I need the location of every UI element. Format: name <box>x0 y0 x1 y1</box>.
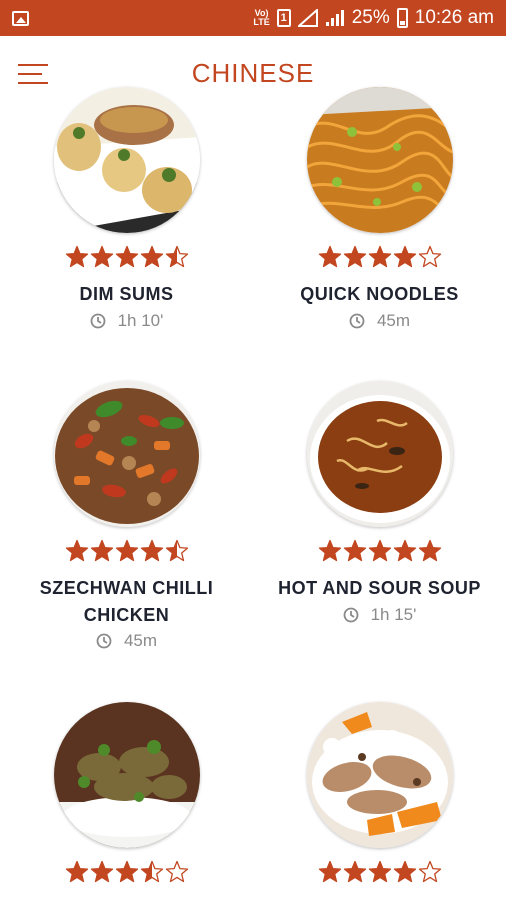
recipe-card-quick-noodles[interactable]: QUICK NOODLES 45m <box>253 87 506 347</box>
star-full-icon <box>318 539 341 562</box>
star-half-icon <box>140 860 163 883</box>
cook-time: 1h 10' <box>0 311 253 331</box>
rating-stars <box>0 860 253 884</box>
szechwan-chilli-chicken-image <box>54 381 200 527</box>
star-full-icon <box>318 860 341 883</box>
recipe-card-5[interactable] <box>0 702 253 900</box>
clock-icon <box>349 313 365 329</box>
rating-stars <box>253 860 506 884</box>
recipe-card-dim-sums[interactable]: DIM SUMS 1h 10' <box>0 87 253 347</box>
recipe-image <box>307 702 453 848</box>
star-full-icon <box>368 860 391 883</box>
star-full-icon <box>65 539 88 562</box>
star-half-icon <box>165 245 188 268</box>
cook-time: 45m <box>0 631 253 651</box>
star-full-icon <box>368 539 391 562</box>
recipe-card-6[interactable] <box>253 702 506 900</box>
recipe-title: QUICK NOODLES <box>300 284 459 304</box>
sim-icon: 1 <box>276 9 291 27</box>
cook-time-value: 45m <box>376 311 411 330</box>
hot-and-sour-soup-image <box>307 381 453 527</box>
star-full-icon <box>343 245 366 268</box>
rating-stars <box>0 539 253 563</box>
clock-icon <box>96 633 112 649</box>
star-full-icon <box>90 539 113 562</box>
star-full-icon <box>318 245 341 268</box>
recipe-image <box>54 702 200 848</box>
clock-icon <box>343 607 358 623</box>
recipe-title: DIM SUMS <box>79 284 174 304</box>
cook-time-value: 45m <box>123 631 158 650</box>
star-full-icon <box>115 539 138 562</box>
dim-sums-image <box>54 87 200 233</box>
star-empty-icon <box>165 860 188 883</box>
star-empty-icon <box>418 245 441 268</box>
recipe-title: HOT AND SOUR SOUP <box>278 578 481 598</box>
star-full-icon <box>418 539 441 562</box>
star-full-icon <box>343 539 366 562</box>
volte-icon: Vo) LTE <box>253 8 270 27</box>
star-full-icon <box>115 860 138 883</box>
star-full-icon <box>140 245 163 268</box>
recipe-card-szechwan-chilli-chicken[interactable]: SZECHWAN CHILLI CHICKEN 45m <box>0 381 253 671</box>
rating-stars <box>253 245 506 269</box>
signal-icon <box>325 10 344 26</box>
rating-stars <box>0 245 253 269</box>
rating-stars <box>253 539 506 563</box>
star-full-icon <box>140 539 163 562</box>
clock-icon <box>90 313 105 329</box>
recipe-card-hot-and-sour-soup[interactable]: HOT AND SOUR SOUP 1h 15' <box>253 381 506 641</box>
cook-time-value: 1h 10' <box>117 311 164 330</box>
cook-time: 1h 15' <box>253 605 506 625</box>
cook-time: 45m <box>253 311 506 331</box>
recipe-title: SZECHWAN CHILLI CHICKEN <box>39 578 214 625</box>
star-full-icon <box>343 860 366 883</box>
cook-time-value: 1h 15' <box>370 605 417 624</box>
star-full-icon <box>393 539 416 562</box>
signal-icon <box>297 9 318 27</box>
quick-noodles-image <box>307 87 453 233</box>
clock-time: 10:26 am <box>414 7 494 28</box>
battery-percent: 25% <box>351 7 390 28</box>
gallery-icon <box>12 10 29 26</box>
star-full-icon <box>65 245 88 268</box>
battery-icon <box>396 8 408 28</box>
star-half-icon <box>165 539 188 562</box>
status-bar: Vo) LTE 1 25% 10:26 am <box>0 0 506 36</box>
star-full-icon <box>393 245 416 268</box>
star-full-icon <box>368 245 391 268</box>
page-title: CHINESE <box>191 58 315 88</box>
star-full-icon <box>90 245 113 268</box>
star-full-icon <box>393 860 416 883</box>
star-full-icon <box>90 860 113 883</box>
star-full-icon <box>115 245 138 268</box>
star-full-icon <box>65 860 88 883</box>
star-empty-icon <box>418 860 441 883</box>
